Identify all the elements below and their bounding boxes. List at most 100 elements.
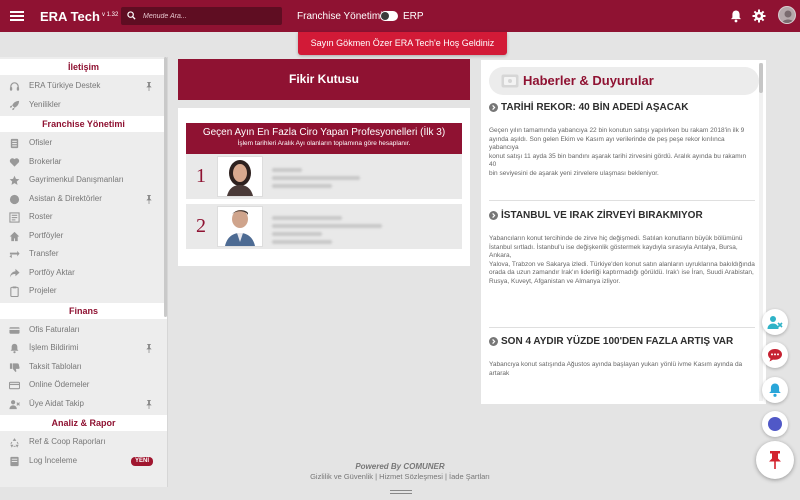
footer-links[interactable]: Gizlilik ve Güvenlik | Hizmet Sözleşmesi… — [0, 472, 800, 481]
user-avatar[interactable] — [778, 6, 796, 24]
chat-button[interactable] — [762, 342, 788, 368]
sidebar-item-label: Ofis Faturaları — [29, 324, 80, 334]
toggle-knob — [381, 12, 389, 20]
pushpin-icon — [769, 451, 781, 469]
redacted-text — [272, 184, 332, 188]
card-icon — [9, 381, 20, 390]
performer-portrait-icon — [227, 160, 253, 196]
heart-icon — [9, 157, 20, 167]
user-x-icon — [9, 399, 20, 409]
sidebar-item-online-odemeler[interactable]: Online Ödemeler — [0, 376, 167, 395]
pin-icon[interactable] — [145, 82, 153, 91]
mode-toggle[interactable] — [380, 11, 398, 21]
home-icon — [9, 231, 20, 241]
star-icon — [9, 175, 20, 185]
roster-icon — [9, 212, 20, 223]
credit-card-icon — [9, 326, 20, 334]
status-dot-icon — [768, 417, 782, 431]
news-article[interactable]: İSTANBUL VE IRAK ZİRVEYİ BIRAKMIYOR Yaba… — [489, 210, 755, 286]
menu-toggle-icon[interactable] — [10, 11, 24, 21]
article-title[interactable]: SON 4 AYDIR YÜZDE 100'DEN FAZLA ARTIŞ VA… — [489, 336, 755, 347]
sidebar-item-yenilikler[interactable]: Yenilikler — [0, 96, 167, 115]
welcome-toast: Sayın Gökmen Özer ERA Tech'e Hoş Geldini… — [298, 32, 507, 55]
redacted-text — [272, 224, 382, 228]
article-title-text: İSTANBUL VE IRAK ZİRVEYİ BIRAKMIYOR — [501, 210, 703, 221]
search-input[interactable] — [143, 9, 277, 23]
sidebar-item-roster[interactable]: Roster — [0, 208, 167, 227]
fikir-kutusu-button[interactable]: Fikir Kutusu — [178, 59, 470, 100]
sidebar-item-ref-coop[interactable]: Ref & Coop Raporları — [0, 433, 167, 452]
sidebar-item-portfoy-aktar[interactable]: Portföy Aktar — [0, 264, 167, 283]
rank-number: 1 — [196, 165, 206, 187]
performer-photo — [217, 206, 263, 247]
article-title[interactable]: İSTANBUL VE IRAK ZİRVEYİ BIRAKMIYOR — [489, 210, 755, 221]
sidebar-item-label: Ref & Coop Raporları — [29, 437, 106, 446]
user-settings-button[interactable] — [762, 309, 788, 335]
sidebar-item-asistan[interactable]: Asistan & Direktörler — [0, 190, 167, 209]
bell-icon[interactable] — [729, 9, 743, 23]
pin-icon[interactable] — [145, 194, 153, 204]
gear-icon[interactable] — [752, 9, 766, 23]
sidebar-item-label: Roster — [29, 212, 53, 221]
news-title: Haberler & Duyurular — [523, 73, 654, 88]
thumbs-down-icon — [9, 362, 20, 372]
redacted-text — [272, 216, 342, 220]
performer-photo — [217, 156, 263, 197]
top-performers-panel: Geçen Ayın En Fazla Ciro Yapan Profesyon… — [178, 108, 470, 266]
section-header-iletisim: İletişim — [0, 59, 167, 75]
article-title[interactable]: TARİHİ REKOR: 40 BİN ADEDİ AŞACAK — [489, 102, 755, 113]
headset-icon — [9, 82, 20, 91]
rank-row[interactable]: 1 — [186, 154, 462, 199]
sidebar-item-taksit-tablolari[interactable]: Taksit Tabloları — [0, 358, 167, 377]
erp-mode-label: ERP — [403, 11, 424, 22]
scroll-thumb[interactable] — [759, 63, 763, 93]
sidebar-item-portfoyler[interactable]: Portföyler — [0, 227, 167, 246]
powered-by: Powered By COMUNER — [355, 462, 445, 471]
redacted-text — [272, 176, 360, 180]
rank-row[interactable]: 2 — [186, 204, 462, 249]
sidebar-item-islem-bildirimi[interactable]: İşlem Bildirimi — [0, 339, 167, 358]
sidebar-item-label: Asistan & Direktörler — [29, 193, 102, 203]
redacted-text — [272, 232, 322, 236]
notifications-button[interactable] — [762, 377, 788, 403]
recycle-icon — [10, 438, 19, 448]
sidebar-item-label: Taksit Tabloları — [29, 361, 82, 371]
sidebar-item-label: İşlem Bildirimi — [29, 343, 79, 352]
pin-menu-button[interactable] — [756, 441, 794, 479]
article-body: Yabancıların konut tercihinde de zirve h… — [489, 235, 755, 285]
sidebar-item-transfer[interactable]: Transfer — [0, 245, 167, 264]
chat-icon — [768, 349, 782, 362]
menu-search[interactable] — [121, 7, 282, 25]
sidebar-item-projeler[interactable]: Projeler — [0, 282, 167, 301]
news-header: Haberler & Duyurular — [489, 67, 759, 95]
brand-logo[interactable]: ERA Tech v 1.32 — [40, 9, 118, 24]
sidebar-item-brokerlar[interactable]: Brokerlar — [0, 153, 167, 172]
resize-grip-icon[interactable] — [390, 490, 412, 496]
sidebar-item-label: Yenilikler — [29, 99, 61, 109]
circle-user-icon — [9, 194, 20, 204]
sidebar-item-danismanlar[interactable]: Gayrimenkul Danışmanları — [0, 171, 167, 190]
sidebar-item-label: ERA Türkiye Destek — [29, 81, 101, 90]
share-icon — [9, 268, 20, 278]
clipboard-icon — [10, 286, 19, 297]
version-label: v 1.32 — [101, 11, 119, 18]
news-article[interactable]: TARİHİ REKOR: 40 BİN ADEDİ AŞACAK Geçen … — [489, 102, 755, 178]
article-body: Geçen yılın tamamında yabancıya 22 bin k… — [489, 127, 747, 177]
chevron-right-icon — [489, 211, 498, 220]
sidebar-item-era-destek[interactable]: ERA Türkiye Destek — [0, 77, 167, 96]
sidebar-item-ofis-faturalari[interactable]: Ofis Faturaları — [0, 321, 167, 340]
sidebar-item-ofisler[interactable]: Ofisler — [0, 134, 167, 153]
top-performers-title: Geçen Ayın En Fazla Ciro Yapan Profesyon… — [202, 127, 446, 138]
pin-icon[interactable] — [145, 344, 153, 353]
rank-number: 2 — [196, 215, 206, 237]
transfer-icon — [9, 250, 20, 259]
user-photo-icon — [781, 10, 795, 23]
pin-icon[interactable] — [145, 399, 153, 409]
sidebar-scrollbar[interactable] — [164, 57, 167, 317]
news-panel: Haberler & Duyurular TARİHİ REKOR: 40 Bİ… — [481, 60, 766, 404]
status-button[interactable] — [762, 411, 788, 437]
sidebar-item-uye-aidat[interactable]: Üye Aidat Takip — [0, 395, 167, 414]
sidebar-item-label: Üye Aidat Takip — [29, 398, 84, 408]
news-article[interactable]: SON 4 AYDIR YÜZDE 100'DEN FAZLA ARTIŞ VA… — [489, 336, 755, 378]
section-header-finans: Finans — [0, 302, 167, 319]
